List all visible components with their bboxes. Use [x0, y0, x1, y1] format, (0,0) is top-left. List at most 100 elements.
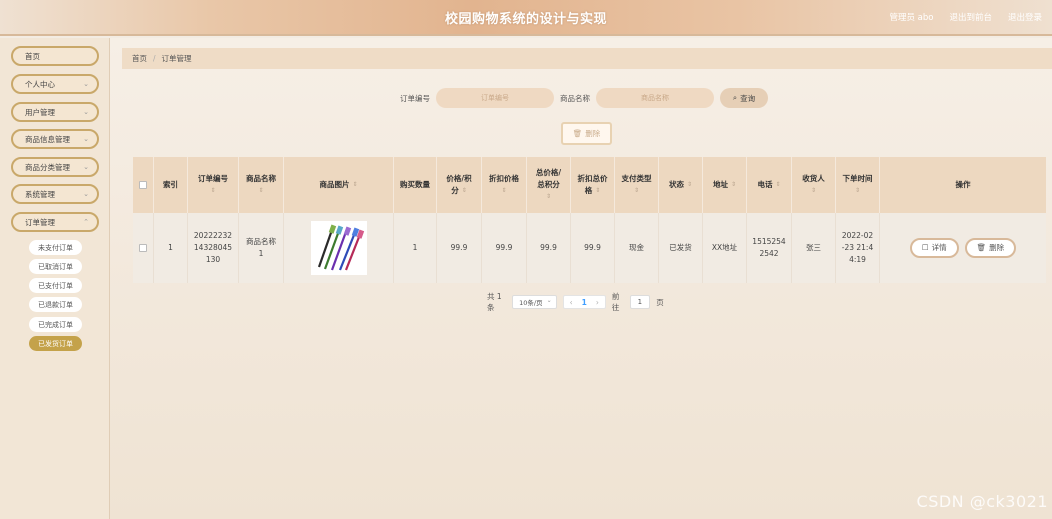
- product-image[interactable]: [310, 221, 367, 275]
- col-discount-total[interactable]: 折扣总价 格 ⇕: [571, 157, 615, 213]
- sidebar-subitem-completed[interactable]: 已完成订单: [29, 317, 82, 332]
- sidebar-subitem-shipped[interactable]: 已发货订单: [29, 336, 82, 351]
- current-page[interactable]: 1: [582, 298, 587, 307]
- col-price[interactable]: 价格/积 分 ⇕: [437, 157, 482, 213]
- toothbrush-image: [317, 224, 364, 271]
- sort-icon: ⇕: [633, 187, 640, 194]
- col-pay-type[interactable]: 支付类型 ⇕: [615, 157, 659, 213]
- col-order-time-label: 下单时间: [842, 174, 873, 183]
- query-button[interactable]: ⌕ 查询: [720, 88, 768, 108]
- sidebar-item-label: 系统管理: [25, 189, 55, 199]
- sidebar-item-product-category[interactable]: 商品分类管理 ⌄: [11, 157, 99, 177]
- cell-product-image: [284, 213, 394, 283]
- select-all-cell: [133, 157, 154, 213]
- sidebar-item-product-info[interactable]: 商品信息管理 ⌄: [11, 129, 99, 149]
- col-product-name-label: 商品名称: [246, 174, 276, 183]
- col-product-image-label: 商品图片: [319, 180, 350, 189]
- query-button-label: 查询: [740, 93, 756, 103]
- col-discount[interactable]: 折扣价格 ⇕: [482, 157, 527, 213]
- col-product-image[interactable]: 商品图片 ⇕: [284, 157, 394, 213]
- col-address[interactable]: 地址 ⇕: [703, 157, 747, 213]
- sort-icon: ⇕: [501, 187, 507, 194]
- product-name-line-2: 1: [258, 249, 264, 258]
- col-order-no[interactable]: 订单编号 ⇕: [188, 157, 239, 213]
- logout-link[interactable]: 退出登录: [1008, 11, 1042, 23]
- cell-receiver: 张三: [792, 213, 836, 283]
- col-operations: 操作: [880, 157, 1046, 213]
- sidebar-item-orders[interactable]: 订单管理 ⌃: [11, 212, 99, 232]
- page-size-select[interactable]: 10条/页 ⌄: [512, 295, 557, 309]
- back-to-front-link[interactable]: 退出到前台: [949, 11, 992, 23]
- row-checkbox[interactable]: [139, 244, 147, 252]
- search-bar: 订单编号 订单编号 商品名称 商品名称 ⌕ 查询: [400, 88, 768, 108]
- chevron-down-icon: ⌄: [83, 135, 89, 143]
- product-name-line-1: 商品名称: [246, 237, 276, 246]
- detail-button[interactable]: ☐ 详情: [909, 238, 959, 258]
- sort-icon: ⇕: [352, 181, 358, 188]
- chevron-down-icon: ⌄: [83, 163, 89, 171]
- page-size-value: 10条/页: [519, 299, 543, 307]
- trash-icon: 🗑: [572, 129, 583, 138]
- sidebar-item-user-management[interactable]: 用户管理 ⌄: [11, 102, 99, 122]
- col-pay-type-label: 支付类型: [621, 174, 652, 183]
- cell-order-time: 2022-02 -23 21:4 4:19: [836, 213, 880, 283]
- sidebar-item-label: 订单管理: [25, 217, 55, 227]
- order-no-line-2: 14328045: [193, 243, 233, 252]
- col-total-label: 总价格/: [535, 168, 562, 177]
- breadcrumb-home[interactable]: 首页: [132, 53, 147, 64]
- cell-index: 1: [154, 213, 188, 283]
- sidebar-subitem-unpaid[interactable]: 未支付订单: [29, 240, 82, 255]
- col-receiver[interactable]: 收货人 ⇕: [792, 157, 836, 213]
- row-delete-button-label: 删除: [989, 243, 1005, 252]
- col-price-label: 价格/积: [446, 174, 472, 183]
- order-no-line-1: 20222232: [193, 231, 233, 240]
- prev-page-icon[interactable]: ‹: [570, 298, 573, 307]
- col-status[interactable]: 状态 ⇕: [659, 157, 703, 213]
- sidebar-subitem-cancelled[interactable]: 已取消订单: [29, 259, 82, 274]
- sort-icon: ⇕: [854, 187, 861, 194]
- breadcrumb-separator: /: [153, 54, 156, 63]
- order-number-input[interactable]: 订单编号: [436, 88, 554, 108]
- chevron-down-icon: ⌄: [83, 108, 89, 116]
- col-phone[interactable]: 电话 ⇕: [747, 157, 792, 213]
- row-delete-button[interactable]: 🗑 删除: [964, 238, 1017, 258]
- breadcrumb: 首页 / 订单管理: [122, 48, 1052, 69]
- sidebar-item-personal-center[interactable]: 个人中心 ⌄: [11, 74, 99, 94]
- cell-discount: 99.9: [482, 213, 527, 283]
- sort-icon: ⇕: [730, 181, 737, 188]
- sort-icon: ⇕: [461, 187, 467, 194]
- product-name-label: 商品名称: [560, 93, 590, 103]
- sidebar-subitem-refunded[interactable]: 已退款订单: [29, 297, 82, 312]
- col-qty[interactable]: 购买数量: [394, 157, 437, 213]
- col-operations-label: 操作: [955, 180, 971, 189]
- sidebar-item-system[interactable]: 系统管理 ⌄: [11, 184, 99, 204]
- col-phone-label: 电话: [757, 180, 773, 189]
- sidebar-subitem-paid[interactable]: 已支付订单: [29, 278, 82, 293]
- goto-page-input[interactable]: 1: [629, 295, 651, 309]
- phone-line-1: 1515254: [752, 237, 786, 246]
- col-total[interactable]: 总价格/ 总积分 ⇕: [527, 157, 571, 213]
- col-qty-label: 购买数量: [400, 180, 430, 189]
- col-order-time[interactable]: 下单时间 ⇕: [836, 157, 880, 213]
- col-receiver-label: 收货人: [802, 174, 825, 183]
- select-all-checkbox[interactable]: [139, 181, 147, 189]
- pager: ‹ 1 ›: [562, 295, 606, 309]
- pagination: 共 1 条 10条/页 ⌄ ‹ 1 › 前往 1 页: [487, 291, 664, 313]
- detail-icon: ☐: [921, 243, 929, 252]
- cell-address: XX地址: [703, 213, 747, 283]
- batch-delete-button[interactable]: 🗑 删除: [561, 122, 612, 145]
- next-page-icon[interactable]: ›: [596, 298, 599, 307]
- cell-discount-total: 99.9: [571, 213, 615, 283]
- product-name-input[interactable]: 商品名称: [596, 88, 714, 108]
- cell-phone: 1515254 2542: [747, 213, 792, 283]
- watermark: CSDN @ck3021: [916, 492, 1048, 511]
- sidebar-item-home[interactable]: 首页: [11, 46, 99, 66]
- cell-qty: 1: [394, 213, 437, 283]
- sidebar: 首页 个人中心 ⌄ 用户管理 ⌄ 商品信息管理 ⌄ 商品分类管理 ⌄ 系统管理 …: [0, 38, 110, 519]
- breadcrumb-current: 订单管理: [161, 54, 192, 63]
- row-select-cell: [133, 213, 154, 283]
- col-product-name[interactable]: 商品名称 ⇕: [239, 157, 284, 213]
- sidebar-item-label: 商品信息管理: [25, 134, 70, 144]
- sidebar-item-label: 首页: [25, 51, 40, 61]
- cell-operations: ☐ 详情 🗑 删除: [880, 213, 1046, 283]
